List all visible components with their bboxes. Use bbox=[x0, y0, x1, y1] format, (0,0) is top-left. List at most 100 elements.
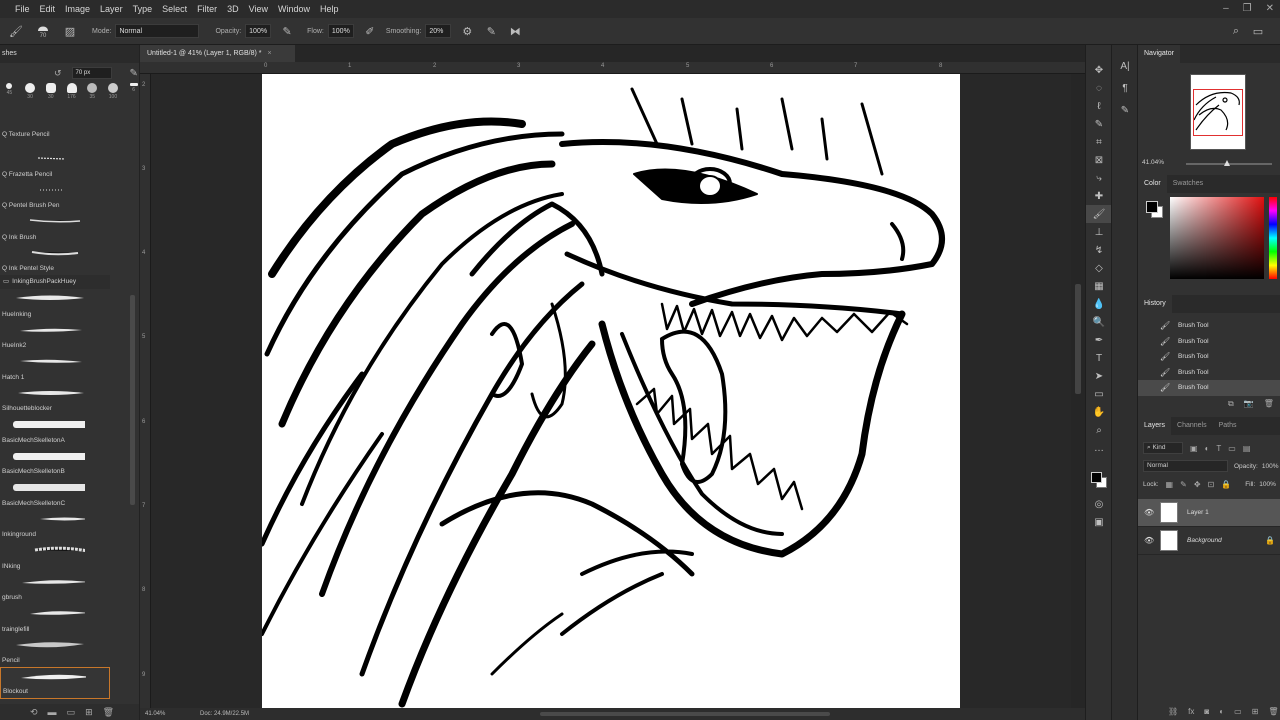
close-icon[interactable]: ✕ bbox=[1266, 0, 1274, 18]
list-item[interactable]: Q Ink Brush bbox=[0, 212, 110, 244]
tab-channels[interactable]: Channels bbox=[1171, 417, 1213, 435]
navigator-view-box[interactable] bbox=[1193, 89, 1243, 136]
brushes-scrollbar[interactable] bbox=[130, 295, 135, 505]
lock-artboard-icon[interactable]: ⊡ bbox=[1208, 480, 1215, 489]
lasso-icon[interactable]: ℓ bbox=[1086, 97, 1112, 115]
eyedropper-icon[interactable]: ⤷ bbox=[1086, 169, 1112, 187]
marquee-icon[interactable]: ◌ bbox=[1086, 79, 1112, 97]
gear-icon[interactable]: ⚙ bbox=[459, 23, 475, 39]
symmetry-icon[interactable]: ⧓ bbox=[507, 23, 523, 39]
document-canvas[interactable] bbox=[259, 74, 960, 708]
trash-icon[interactable]: 🗑 bbox=[103, 707, 114, 718]
list-item[interactable]: Pencil bbox=[0, 636, 110, 668]
folder-icon[interactable]: ▬ bbox=[48, 707, 57, 717]
horizontal-scrollbar-thumb[interactable] bbox=[540, 712, 830, 716]
list-item[interactable]: BasicMechSkelletonA bbox=[0, 415, 110, 447]
list-item[interactable]: BasicMechSkelletonC bbox=[0, 478, 110, 510]
workspace-icon[interactable]: ▭ bbox=[1250, 23, 1266, 39]
list-item[interactable]: Q Frazetta Pencil bbox=[0, 149, 110, 181]
history-item[interactable]: 🖌 Brush Tool bbox=[1138, 318, 1280, 334]
list-item[interactable]: BasicMechSkelletonB bbox=[0, 447, 110, 479]
tab-history[interactable]: History bbox=[1138, 295, 1172, 313]
layer-filter-select[interactable]: ⌕ Kind bbox=[1143, 442, 1183, 454]
menu-image[interactable]: Image bbox=[60, 0, 95, 18]
adjustment-filter-icon[interactable]: ◐ bbox=[1205, 444, 1210, 453]
tab-color[interactable]: Color bbox=[1138, 175, 1167, 193]
smart-object-filter-icon[interactable]: ▤ bbox=[1243, 444, 1251, 453]
paragraph-panel-icon[interactable]: ¶ bbox=[1112, 77, 1138, 99]
list-item[interactable]: Q Pentel Brush Pen bbox=[0, 181, 110, 213]
brush-preset-picker-icon[interactable]: 70 bbox=[32, 23, 54, 39]
brush-tip[interactable]: 100 bbox=[107, 83, 119, 100]
list-item[interactable]: Silhouetteblocker bbox=[0, 384, 110, 416]
list-item[interactable]: Q Ink Pentel Style bbox=[0, 244, 110, 276]
menu-type[interactable]: Type bbox=[128, 0, 158, 18]
brush-tip[interactable]: 35 bbox=[87, 83, 98, 100]
brush-settings-panel-icon[interactable]: ✎ bbox=[1112, 99, 1138, 121]
more-icon[interactable]: … bbox=[1086, 439, 1112, 457]
navigator-zoom-knob[interactable] bbox=[1224, 160, 1230, 166]
lock-position-icon[interactable]: ✥ bbox=[1194, 480, 1201, 489]
menu-file[interactable]: File bbox=[10, 0, 35, 18]
zoom-icon[interactable]: ⌕ bbox=[1086, 421, 1112, 439]
menu-layer[interactable]: Layer bbox=[95, 0, 128, 18]
tab-swatches[interactable]: Swatches bbox=[1167, 175, 1209, 193]
layer-fill-field[interactable]: 100% bbox=[1259, 481, 1276, 488]
maximize-icon[interactable]: ❐ bbox=[1243, 0, 1252, 18]
menu-select[interactable]: Select bbox=[157, 0, 192, 18]
lock-all-icon[interactable]: 🔒 bbox=[1221, 480, 1231, 489]
brushes-panel-tab[interactable]: shes bbox=[0, 45, 139, 63]
brush-settings-icon[interactable]: ⟲ bbox=[30, 707, 38, 718]
history-item[interactable]: 🖌 Brush Tool bbox=[1138, 334, 1280, 350]
vertical-scrollbar-thumb[interactable] bbox=[1075, 284, 1081, 394]
tab-layers[interactable]: Layers bbox=[1138, 417, 1172, 435]
layer-style-icon[interactable]: fx bbox=[1188, 707, 1194, 716]
list-item[interactable]: HueInking bbox=[0, 289, 110, 321]
adjustment-layer-icon[interactable]: ◐ bbox=[1219, 707, 1224, 716]
list-item-selected[interactable]: Blockout bbox=[0, 667, 110, 699]
history-item[interactable]: 🖌 Brush Tool bbox=[1138, 365, 1280, 381]
trash-icon[interactable]: 🗑 bbox=[1264, 399, 1274, 409]
navigator-zoom[interactable]: 41.04% bbox=[1142, 159, 1164, 166]
pixel-filter-icon[interactable]: ▣ bbox=[1190, 444, 1198, 453]
link-layers-icon[interactable]: ⛓ bbox=[1168, 707, 1178, 716]
add-mask-icon[interactable]: ◙ bbox=[1204, 707, 1209, 716]
history-item[interactable]: 🖌 Brush Tool bbox=[1138, 349, 1280, 365]
lock-transparency-icon[interactable]: ▦ bbox=[1166, 480, 1174, 489]
new-brush-icon[interactable]: ⊞ bbox=[85, 707, 93, 718]
brush-settings-icon[interactable]: ▨ bbox=[62, 23, 78, 39]
type-filter-icon[interactable]: T bbox=[1216, 444, 1221, 453]
status-zoom[interactable]: 41.04% bbox=[140, 711, 180, 717]
trash-icon[interactable]: 🗑 bbox=[1268, 707, 1278, 716]
lock-pixels-icon[interactable]: ✎ bbox=[1180, 480, 1187, 489]
menu-window[interactable]: Window bbox=[273, 0, 315, 18]
new-layer-icon[interactable]: ⊞ bbox=[1252, 707, 1259, 716]
list-item[interactable]: HueInk2 bbox=[0, 321, 110, 353]
menu-help[interactable]: Help bbox=[315, 0, 344, 18]
list-item[interactable]: gbrush bbox=[0, 573, 110, 605]
foreground-color-swatch[interactable] bbox=[1146, 201, 1158, 213]
shape-icon[interactable]: ▭ bbox=[1086, 385, 1112, 403]
list-item[interactable]: INking bbox=[0, 541, 110, 573]
brush-tool-preset-icon[interactable]: 🖌 bbox=[8, 23, 24, 39]
menu-filter[interactable]: Filter bbox=[192, 0, 222, 18]
navigator-zoom-slider[interactable] bbox=[1186, 160, 1272, 166]
eye-icon[interactable]: 👁 bbox=[1144, 508, 1160, 517]
tab-paths[interactable]: Paths bbox=[1213, 417, 1243, 435]
camera-icon[interactable]: 📷 bbox=[1244, 399, 1254, 409]
frame-icon[interactable]: ⊠ bbox=[1086, 151, 1112, 169]
layer-row-background[interactable]: 👁 Background 🔒 bbox=[1138, 527, 1280, 555]
search-icon[interactable]: ⌕ bbox=[1228, 23, 1244, 39]
healing-icon[interactable]: ✚ bbox=[1086, 187, 1112, 205]
brush-size-field[interactable]: 70 px bbox=[71, 67, 112, 79]
mode-select[interactable]: Normal bbox=[115, 24, 200, 38]
hue-slider[interactable] bbox=[1269, 197, 1277, 279]
crop-icon[interactable]: ⌗ bbox=[1086, 133, 1112, 151]
new-brush-icon[interactable]: ✎ bbox=[130, 68, 138, 79]
navigator-thumbnail[interactable] bbox=[1190, 74, 1246, 150]
list-item[interactable]: Q Texture Pencil bbox=[0, 127, 110, 149]
tab-navigator[interactable]: Navigator bbox=[1138, 45, 1180, 63]
menu-edit[interactable]: Edit bbox=[35, 0, 61, 18]
brush-tip[interactable]: 30 bbox=[25, 83, 36, 100]
blend-mode-select[interactable]: Normal bbox=[1143, 460, 1228, 472]
